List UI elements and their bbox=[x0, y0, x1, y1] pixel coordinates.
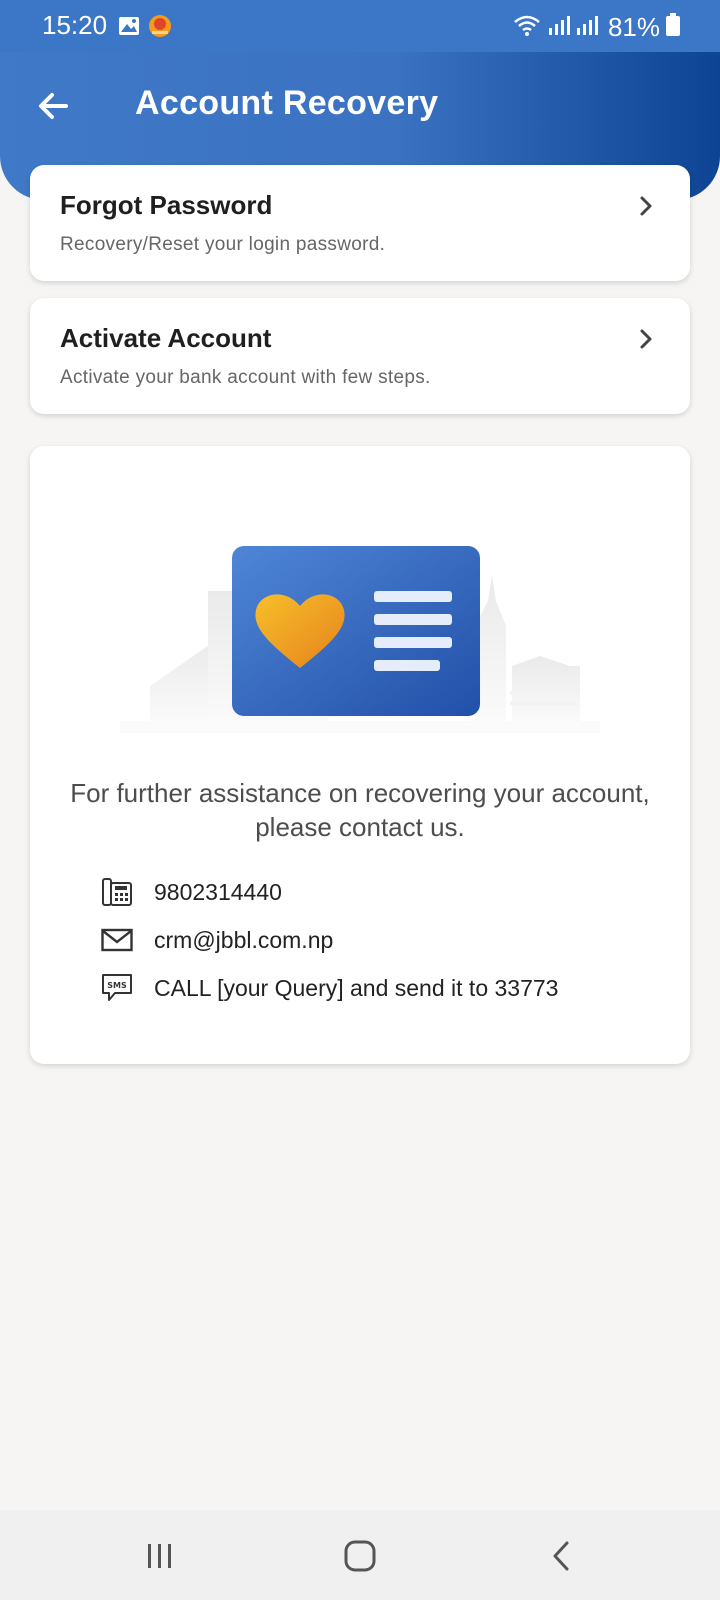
status-time: 15:20 bbox=[42, 10, 108, 40]
wifi-icon bbox=[512, 13, 542, 42]
account-card-illustration bbox=[120, 546, 600, 733]
app-notification-icon bbox=[148, 14, 172, 43]
back-button[interactable] bbox=[32, 84, 76, 128]
envelope-icon bbox=[100, 923, 134, 957]
home-icon bbox=[344, 1540, 376, 1572]
home-button[interactable] bbox=[330, 1534, 390, 1578]
activate-account-card[interactable]: Activate Account Activate your bank acco… bbox=[30, 298, 690, 414]
forgot-password-card[interactable]: Forgot Password Recovery/Reset your logi… bbox=[30, 165, 690, 281]
contact-phone-row[interactable]: 9802314440 bbox=[100, 872, 282, 912]
chevron-right-icon bbox=[640, 329, 652, 349]
status-indicators: 81% bbox=[512, 12, 680, 43]
svg-text:SMS: SMS bbox=[107, 981, 127, 990]
contact-sms-row[interactable]: SMS CALL [your Query] and send it to 337… bbox=[100, 968, 558, 1008]
page-title: Account Recovery bbox=[135, 84, 439, 122]
signal-icon-2 bbox=[576, 14, 598, 41]
contact-sms: CALL [your Query] and send it to 33773 bbox=[154, 974, 559, 1001]
activate-account-title: Activate Account bbox=[60, 323, 272, 353]
contact-email: crm@jbbl.com.np bbox=[154, 926, 334, 953]
battery-percent: 81% bbox=[607, 12, 660, 42]
assistance-card: For further assistance on recovering you… bbox=[30, 446, 690, 1064]
forgot-password-subtitle: Recovery/Reset your login password. bbox=[60, 234, 386, 255]
recent-apps-button[interactable] bbox=[130, 1534, 190, 1578]
arrow-left-icon bbox=[39, 93, 68, 119]
forgot-password-title: Forgot Password bbox=[60, 190, 273, 220]
assistance-message: For further assistance on recovering you… bbox=[70, 778, 650, 842]
chevron-right-icon bbox=[640, 196, 652, 216]
sms-bubble-icon: SMS bbox=[100, 971, 134, 1005]
contact-email-row[interactable]: crm@jbbl.com.np bbox=[100, 920, 333, 960]
gallery-icon bbox=[118, 16, 140, 41]
status-bar: 15:20 81% bbox=[0, 0, 720, 52]
nav-back-button[interactable] bbox=[532, 1534, 592, 1578]
signal-icon bbox=[548, 14, 570, 41]
contact-phone: 9802314440 bbox=[154, 878, 282, 905]
back-nav-icon bbox=[553, 1541, 569, 1571]
activate-account-subtitle: Activate your bank account with few step… bbox=[60, 367, 431, 388]
recent-apps-icon bbox=[148, 1544, 171, 1568]
system-nav-bar bbox=[0, 1510, 720, 1600]
fax-phone-icon bbox=[100, 875, 134, 909]
battery-icon bbox=[666, 13, 680, 42]
